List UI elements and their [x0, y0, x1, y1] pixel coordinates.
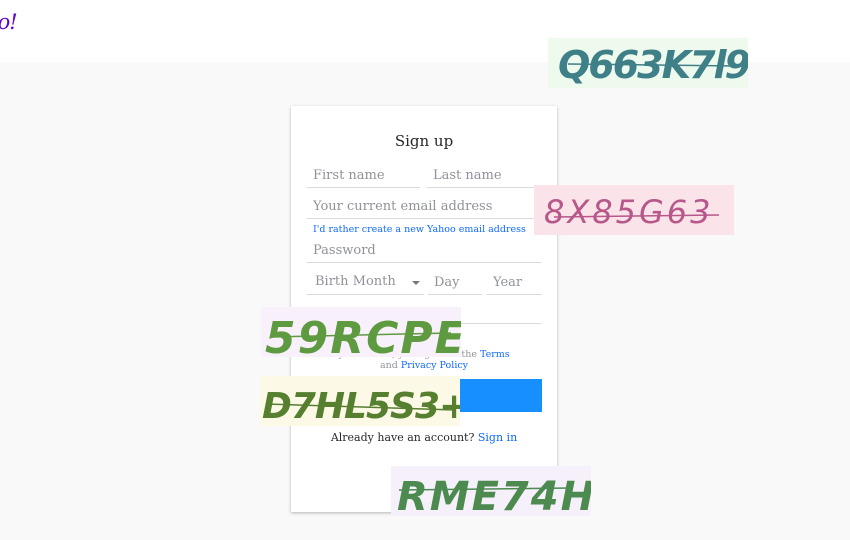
year-input[interactable]: [487, 270, 542, 295]
captcha-graphic: RME74H: [391, 466, 591, 516]
captcha-graphic: 59RCPE: [261, 307, 461, 357]
captcha-image: Q663K7l9: [548, 38, 748, 88]
captcha-image: 8X85G63: [534, 185, 734, 235]
email-input[interactable]: [307, 195, 541, 219]
captcha-graphic: D7HL5S3+: [260, 376, 460, 426]
captcha-image: RME74H: [391, 466, 591, 516]
captcha-image: 59RCPE: [261, 307, 461, 357]
continue-button[interactable]: [459, 379, 542, 412]
birth-month-select[interactable]: Birth Month: [307, 270, 424, 295]
svg-text:RME74H: RME74H: [397, 474, 591, 516]
terms-link[interactable]: Terms: [480, 349, 510, 360]
chevron-down-icon: [412, 281, 420, 285]
privacy-policy-link[interactable]: Privacy Policy: [401, 360, 468, 371]
last-name-input[interactable]: [427, 164, 541, 188]
first-name-input[interactable]: [307, 164, 420, 188]
svg-text:8X85G63: 8X85G63: [544, 193, 714, 231]
page-title: Sign up: [394, 132, 454, 150]
svg-text:D7HL5S3+: D7HL5S3+: [262, 386, 460, 426]
captcha-graphic: Q663K7l9: [548, 38, 748, 88]
birth-month-label: Birth Month: [315, 274, 396, 289]
yahoo-logo[interactable]: oo!: [0, 10, 18, 34]
day-input[interactable]: [428, 270, 482, 295]
signin-link[interactable]: Sign in: [478, 431, 517, 444]
captcha-image: D7HL5S3+: [260, 376, 460, 426]
password-input[interactable]: [307, 239, 541, 263]
captcha-graphic: 8X85G63: [534, 185, 734, 235]
signin-row: Already have an account? Sign in: [330, 431, 518, 444]
create-yahoo-email-link[interactable]: I'd rather create a new Yahoo email addr…: [313, 224, 526, 235]
